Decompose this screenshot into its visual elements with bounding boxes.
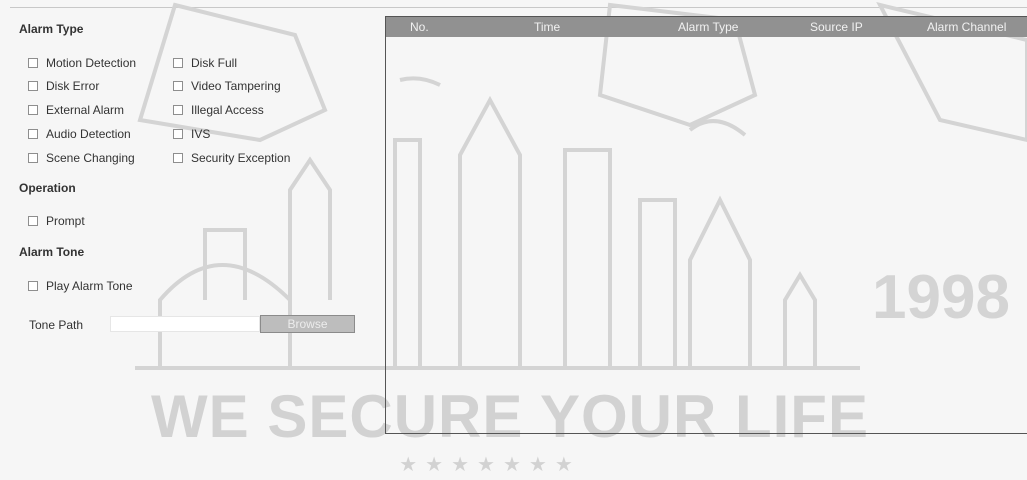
- checkbox-box[interactable]: [28, 153, 38, 163]
- checkbox-disk-error[interactable]: Disk Error: [28, 79, 99, 93]
- table-header: No. Time Alarm Type Source IP Alarm Chan…: [386, 17, 1027, 37]
- checkbox-label: Motion Detection: [46, 56, 137, 70]
- alarm-type-title: Alarm Type: [19, 22, 84, 36]
- alarm-tone-title: Alarm Tone: [19, 245, 85, 259]
- checkbox-label: Video Tampering: [191, 79, 281, 93]
- checkbox-label: Disk Error: [46, 79, 100, 93]
- operation-title: Operation: [19, 181, 76, 195]
- checkbox-label: External Alarm: [46, 103, 125, 117]
- checkbox-label: Disk Full: [191, 56, 238, 70]
- checkbox-box[interactable]: [173, 129, 183, 139]
- checkbox-label: IVS: [191, 127, 211, 141]
- checkbox-box[interactable]: [28, 216, 38, 226]
- column-header-source-ip: Source IP: [810, 20, 863, 34]
- checkbox-label: Illegal Access: [191, 103, 264, 117]
- checkbox-audio-detection[interactable]: Audio Detection: [28, 127, 131, 141]
- checkbox-prompt[interactable]: Prompt: [28, 214, 85, 228]
- checkbox-box[interactable]: [28, 81, 38, 91]
- checkbox-box[interactable]: [173, 105, 183, 115]
- checkbox-box[interactable]: [173, 153, 183, 163]
- checkbox-label: Prompt: [46, 214, 85, 228]
- checkbox-label: Audio Detection: [46, 127, 131, 141]
- column-header-time: Time: [534, 20, 561, 34]
- column-header-alarm-type: Alarm Type: [678, 20, 739, 34]
- column-header-no: No.: [410, 20, 429, 34]
- checkbox-security-exception[interactable]: Security Exception: [173, 151, 290, 165]
- checkbox-box[interactable]: [28, 58, 38, 68]
- checkbox-label: Play Alarm Tone: [46, 279, 133, 293]
- checkbox-disk-full[interactable]: Disk Full: [173, 56, 237, 70]
- top-divider: [10, 7, 1027, 8]
- alarm-table: No. Time Alarm Type Source IP Alarm Chan…: [385, 16, 1027, 434]
- checkbox-box[interactable]: [173, 58, 183, 68]
- checkbox-box[interactable]: [28, 129, 38, 139]
- checkbox-motion-detection[interactable]: Motion Detection: [28, 56, 136, 70]
- checkbox-scene-changing[interactable]: Scene Changing: [28, 151, 135, 165]
- checkbox-play-alarm-tone[interactable]: Play Alarm Tone: [28, 279, 133, 293]
- column-header-alarm-channel: Alarm Channel: [927, 20, 1007, 34]
- tone-path-input[interactable]: [110, 316, 260, 332]
- browse-button[interactable]: Browse: [260, 315, 355, 333]
- tone-path-label: Tone Path: [29, 318, 84, 332]
- checkbox-label: Scene Changing: [46, 151, 135, 165]
- checkbox-box[interactable]: [28, 281, 38, 291]
- checkbox-box[interactable]: [173, 81, 183, 91]
- checkbox-external-alarm[interactable]: External Alarm: [28, 103, 124, 117]
- watermark-stars: ★★★★★★★: [399, 454, 581, 476]
- checkbox-video-tampering[interactable]: Video Tampering: [173, 79, 281, 93]
- checkbox-box[interactable]: [28, 105, 38, 115]
- checkbox-label: Security Exception: [191, 151, 291, 165]
- checkbox-ivs[interactable]: IVS: [173, 127, 210, 141]
- checkbox-illegal-access[interactable]: Illegal Access: [173, 103, 264, 117]
